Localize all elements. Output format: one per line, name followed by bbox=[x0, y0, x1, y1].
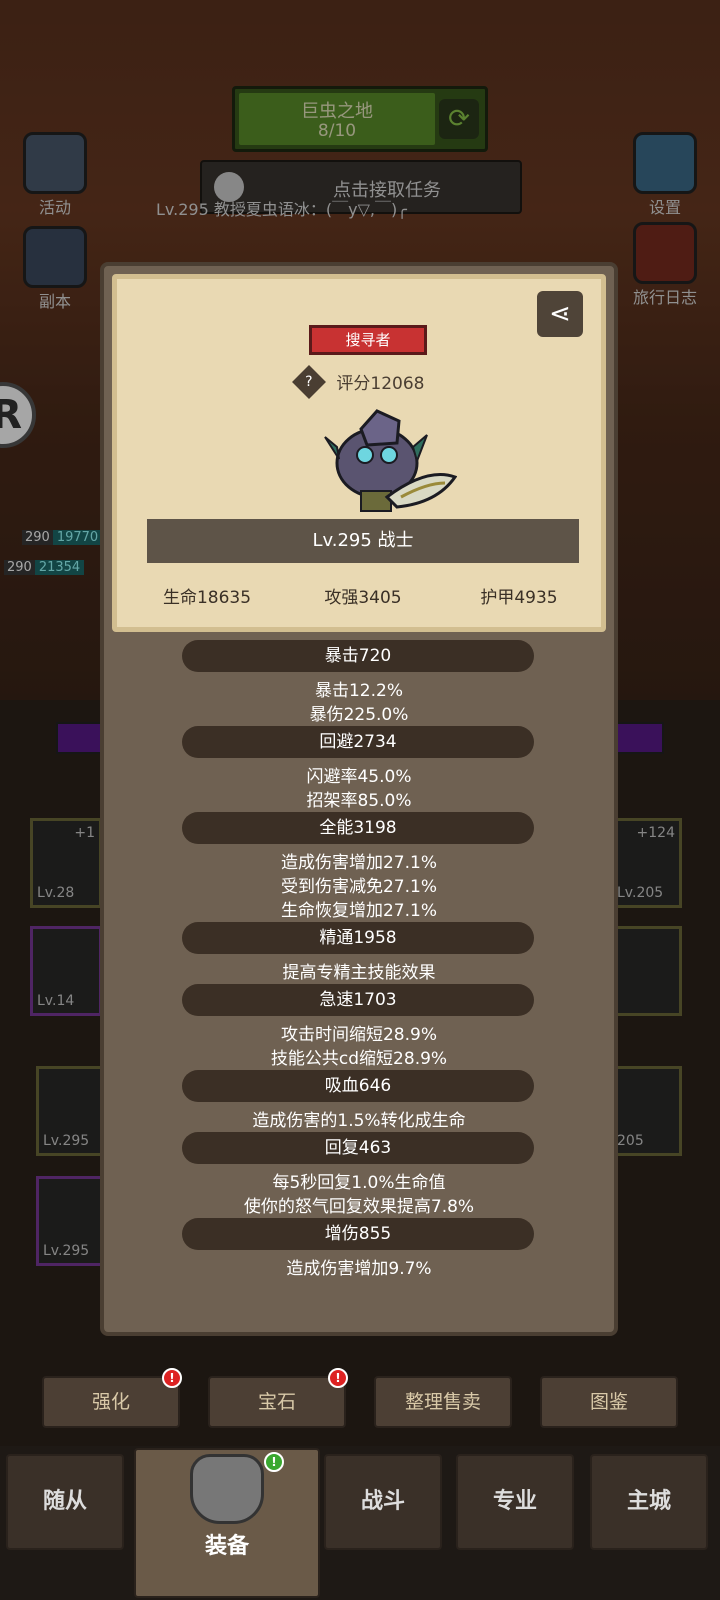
attr-header-versatility: 全能3198 bbox=[182, 812, 534, 844]
character-detail-modal: ⋖ 搜寻者 ? 评分12068 Lv.295 战士 生命18635 攻强3405… bbox=[100, 262, 618, 1336]
codex-button[interactable]: 图鉴 bbox=[540, 1376, 678, 1428]
attr-line: 提高专精主技能效果 bbox=[282, 963, 436, 983]
attr-header-regen: 回复463 bbox=[182, 1132, 534, 1164]
nav-tab-main-city[interactable]: 主城 bbox=[590, 1454, 708, 1550]
armor-icon bbox=[190, 1454, 264, 1524]
alert-icon: ! bbox=[264, 1452, 284, 1472]
nav-tab-follower[interactable]: 随从 bbox=[6, 1454, 124, 1550]
attr-header-mastery: 精通1958 bbox=[182, 922, 534, 954]
nav-tab-battle[interactable]: 战斗 bbox=[324, 1454, 442, 1550]
attr-header-evasion: 回避2734 bbox=[182, 726, 534, 758]
nav-tab-equipment[interactable]: 装备 bbox=[134, 1448, 320, 1598]
attr-line: 每5秒回复1.0%生命值 bbox=[272, 1173, 446, 1193]
attack-stat: 攻强3405 bbox=[324, 588, 402, 608]
attr-header-lifesteal: 吸血646 bbox=[182, 1070, 534, 1102]
attr-line: 暴击12.2% bbox=[314, 681, 403, 701]
attr-line: 闪避率45.0% bbox=[306, 767, 412, 787]
attr-line: 招架率85.0% bbox=[306, 791, 412, 811]
attr-line: 攻击时间缩短28.9% bbox=[280, 1025, 437, 1045]
role-badge: 搜寻者 bbox=[309, 325, 427, 355]
attr-line: 造成伤害增加9.7% bbox=[286, 1259, 432, 1279]
warrior-character-image bbox=[324, 409, 457, 512]
level-class-bar: Lv.295 战士 bbox=[147, 519, 579, 563]
attr-line: 生命恢复增加27.1% bbox=[280, 901, 437, 921]
alert-icon: ! bbox=[328, 1368, 348, 1388]
attr-header-damage-boost: 增伤855 bbox=[182, 1218, 534, 1250]
score-row: ? 评分12068 bbox=[292, 364, 497, 399]
help-icon[interactable]: ? bbox=[292, 364, 326, 399]
alert-icon: ! bbox=[162, 1368, 182, 1388]
share-icon[interactable]: ⋖ bbox=[537, 291, 583, 337]
attr-line: 造成伤害增加27.1% bbox=[280, 853, 437, 873]
score-value: 评分12068 bbox=[336, 374, 425, 394]
attr-line: 技能公共cd缩短28.9% bbox=[270, 1049, 448, 1069]
attr-line: 暴伤225.0% bbox=[309, 705, 409, 725]
attr-line: 造成伤害的1.5%转化成生命 bbox=[252, 1111, 466, 1131]
nav-tab-profession[interactable]: 专业 bbox=[456, 1454, 574, 1550]
attr-line: 使你的怒气回复效果提高7.8% bbox=[243, 1197, 475, 1217]
armor-stat: 护甲4935 bbox=[480, 588, 558, 608]
gem-button[interactable]: 宝石 bbox=[208, 1376, 346, 1428]
attr-header-crit: 暴击720 bbox=[182, 640, 534, 672]
enhance-button[interactable]: 强化 bbox=[42, 1376, 180, 1428]
character-card: ⋖ 搜寻者 ? 评分12068 Lv.295 战士 生命18635 攻强3405… bbox=[112, 274, 606, 632]
sort-sell-button[interactable]: 整理售卖 bbox=[374, 1376, 512, 1428]
attr-line: 受到伤害减免27.1% bbox=[280, 877, 437, 897]
nav-tab-equipment-label: 装备 bbox=[204, 1534, 249, 1559]
hp-stat: 生命18635 bbox=[162, 588, 252, 608]
attr-header-haste: 急速1703 bbox=[182, 984, 534, 1016]
